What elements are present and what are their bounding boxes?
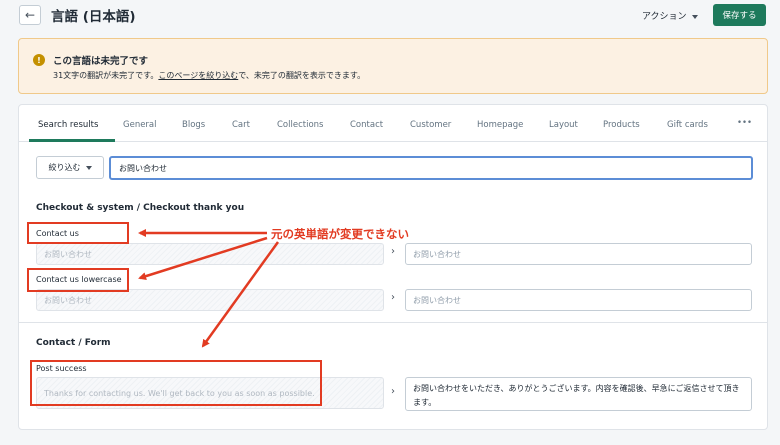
banner-description: 31文字の翻訳が未完了です。このページを絞り込むで、未完了の翻訳を表示できます。	[53, 70, 365, 81]
tab-search-results[interactable]: Search results	[38, 120, 98, 130]
tab-blogs[interactable]: Blogs	[182, 120, 205, 130]
save-button[interactable]: 保存する	[713, 4, 766, 26]
tab-customer[interactable]: Customer	[410, 120, 451, 130]
more-tabs-icon[interactable]: •••	[737, 118, 752, 128]
tab-homepage[interactable]: Homepage	[477, 120, 523, 130]
caret-down-icon	[691, 14, 698, 19]
active-tab-indicator	[29, 139, 115, 142]
target-input-post-success[interactable]: お問い合わせをいただき、ありがとうございます。内容を確認後、早急にご返信させて頂…	[405, 377, 752, 411]
tab-cart[interactable]: Cart	[232, 120, 250, 130]
arrow-left-icon: ←	[24, 8, 36, 22]
banner-desc-text: 31文字の翻訳が未完了です。	[53, 71, 159, 80]
source-text-contact-us-lowercase: お問い合わせ	[36, 289, 384, 311]
section-title-contact-form: Contact / Form	[36, 338, 111, 348]
chevron-right-icon: ›	[391, 292, 395, 303]
section-title-checkout: Checkout & system / Checkout thank you	[36, 203, 245, 213]
exclamation-icon: !	[33, 54, 45, 66]
banner-title: この言語は未完了です	[53, 56, 149, 67]
tab-contact[interactable]: Contact	[350, 120, 383, 130]
annotation-text: 元の英単語が変更できない	[271, 227, 409, 241]
annotation-box-post-success	[30, 360, 322, 406]
chevron-right-icon: ›	[391, 246, 395, 257]
tab-bar: Search results General Blogs Cart Collec…	[19, 105, 767, 142]
top-bar: ← 言語 (日本語) アクション 保存する	[0, 0, 780, 34]
section-divider	[19, 322, 767, 323]
tab-layout[interactable]: Layout	[549, 120, 578, 130]
target-input-contact-us-lowercase[interactable]: お問い合わせ	[405, 289, 752, 311]
banner-desc-text-end: で、未完了の翻訳を表示できます。	[238, 71, 366, 80]
annotation-box-contact-us-lowercase	[27, 268, 129, 292]
search-input[interactable]: お問い合わせ	[109, 156, 753, 180]
annotation-box-contact-us	[27, 222, 129, 244]
filter-button-label: 絞り込む	[48, 163, 81, 172]
target-input-contact-us[interactable]: お問い合わせ	[405, 243, 752, 265]
incomplete-language-banner: ! この言語は未完了です 31文字の翻訳が未完了です。このページを絞り込むで、未…	[18, 38, 768, 94]
filter-page-link[interactable]: このページを絞り込む	[158, 71, 238, 80]
action-menu-label: アクション	[642, 12, 687, 22]
chevron-right-icon: ›	[391, 386, 395, 397]
page-title: 言語 (日本語)	[51, 9, 136, 25]
action-menu[interactable]: アクション	[642, 9, 698, 22]
back-button[interactable]: ←	[19, 5, 41, 25]
source-text-contact-us: お問い合わせ	[36, 243, 384, 265]
tab-gift-cards[interactable]: Gift cards	[667, 120, 708, 130]
filter-button[interactable]: 絞り込む	[36, 156, 104, 179]
tab-general[interactable]: General	[123, 120, 157, 130]
caret-down-icon	[85, 165, 92, 170]
tab-products[interactable]: Products	[603, 120, 640, 130]
tab-collections[interactable]: Collections	[277, 120, 323, 130]
